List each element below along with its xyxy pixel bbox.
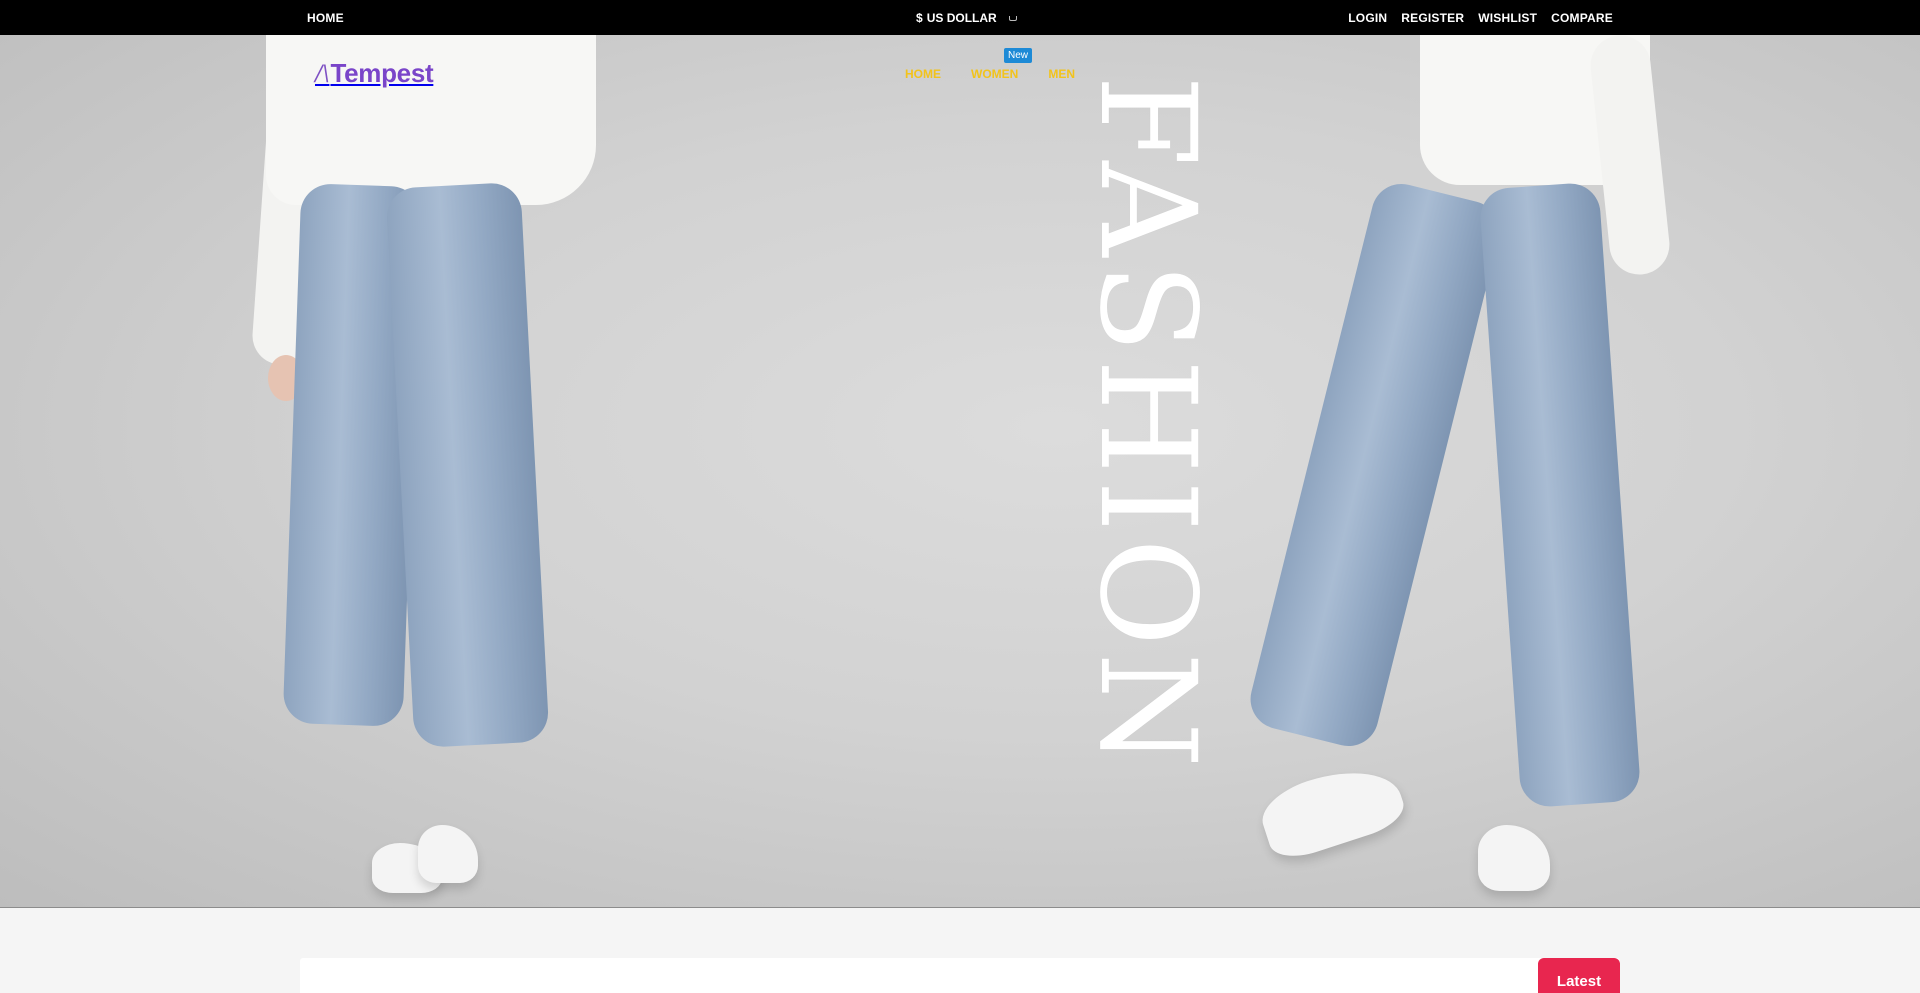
nav-home[interactable]: HOME <box>905 67 941 81</box>
logo-text: Tempest <box>330 58 434 88</box>
register-link[interactable]: REGISTER <box>1401 11 1464 25</box>
site-logo[interactable]: /\ Tempest <box>315 58 434 89</box>
currency-label: US DOLLAR <box>926 11 997 25</box>
content-panel <box>300 958 1620 993</box>
model-right-shoe-1 <box>1254 755 1410 865</box>
currency-symbol: $ <box>916 11 923 25</box>
model-right-leg-1 <box>1244 177 1506 753</box>
hero-headline-text: FASHION <box>1070 75 1224 774</box>
nav-women[interactable]: WOMEN <box>971 67 1018 81</box>
account-links: LOGIN REGISTER WISHLIST COMPARE <box>1348 11 1613 25</box>
chevron-down-icon <box>1008 15 1017 21</box>
logo-icon: /\ <box>315 58 330 88</box>
wishlist-link[interactable]: WISHLIST <box>1478 11 1537 25</box>
topbar-home-link[interactable]: HOME <box>307 11 344 25</box>
model-right-leg-2 <box>1478 181 1642 809</box>
main-nav: HOME WOMEN MEN <box>905 67 1075 81</box>
model-left-shoe-2 <box>418 825 478 883</box>
hero-banner: FASHION <box>0 35 1920 908</box>
model-left-leg-2 <box>385 181 550 749</box>
login-link[interactable]: LOGIN <box>1348 11 1387 25</box>
model-right-shoe-2 <box>1478 825 1550 891</box>
top-bar: HOME $ US DOLLAR LOGIN REGISTER WISHLIST… <box>0 0 1920 35</box>
nav-men[interactable]: MEN <box>1048 67 1075 81</box>
nav-new-badge: New <box>1004 48 1033 63</box>
hero-headline: FASHION <box>1070 75 1224 815</box>
latest-tab-button[interactable]: Latest <box>1538 958 1620 993</box>
hero-divider <box>0 907 1920 908</box>
currency-selector[interactable]: $ US DOLLAR <box>916 11 1017 25</box>
compare-link[interactable]: COMPARE <box>1551 11 1613 25</box>
